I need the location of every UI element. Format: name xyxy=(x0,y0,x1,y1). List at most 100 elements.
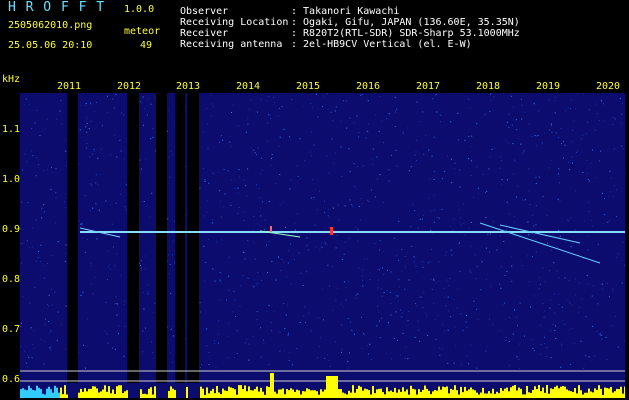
noise-pixel xyxy=(454,168,455,170)
noise-pixel xyxy=(513,119,514,121)
noise-pixel xyxy=(50,330,52,332)
histogram-bar xyxy=(570,391,572,398)
noise-pixel xyxy=(572,129,574,131)
histogram-bar xyxy=(208,393,210,398)
noise-pixel xyxy=(395,311,397,313)
noise-pixel xyxy=(571,140,573,142)
noise-pixel xyxy=(210,103,212,105)
noise-pixel xyxy=(408,210,410,212)
noise-pixel xyxy=(140,168,142,170)
noise-pixel xyxy=(22,169,23,171)
histogram-bar xyxy=(170,386,172,398)
noise-pixel xyxy=(585,355,586,357)
noise-pixel xyxy=(287,304,289,306)
histogram-bar xyxy=(304,391,306,398)
noise-pixel xyxy=(586,160,588,161)
noise-pixel xyxy=(366,130,368,132)
noise-pixel xyxy=(433,221,435,223)
noise-pixel xyxy=(506,201,508,203)
noise-pixel xyxy=(313,144,315,146)
noise-pixel xyxy=(213,172,215,174)
noise-pixel xyxy=(314,188,316,190)
noise-pixel xyxy=(511,255,513,257)
noise-pixel xyxy=(468,98,470,100)
noise-pixel xyxy=(343,100,345,102)
noise-pixel xyxy=(260,173,262,175)
histogram-bar xyxy=(242,389,244,398)
noise-pixel xyxy=(350,321,351,323)
antenna-label: Receiving antenna xyxy=(180,39,283,50)
histogram-bar xyxy=(408,394,410,398)
y-tick-label: 1.0 xyxy=(2,174,21,185)
observer-value: : Takanori Kawachi xyxy=(291,6,400,17)
noise-pixel xyxy=(220,216,222,218)
noise-pixel xyxy=(564,323,566,325)
noise-pixel xyxy=(335,152,337,154)
noise-pixel xyxy=(460,224,462,226)
noise-pixel xyxy=(150,103,152,105)
noise-pixel xyxy=(348,148,350,150)
noise-pixel xyxy=(439,354,441,356)
noise-pixel xyxy=(319,346,320,348)
noise-pixel xyxy=(220,280,221,282)
noise-pixel xyxy=(296,165,298,167)
noise-pixel xyxy=(485,350,487,352)
noise-pixel xyxy=(469,269,471,271)
noise-pixel xyxy=(381,318,382,319)
histogram-bar xyxy=(222,388,224,398)
gap-bar xyxy=(175,93,185,383)
noise-pixel xyxy=(92,153,94,155)
noise-pixel xyxy=(520,143,522,145)
noise-pixel xyxy=(245,342,247,344)
noise-pixel xyxy=(237,187,239,189)
noise-pixel xyxy=(374,196,376,198)
noise-pixel xyxy=(388,322,389,324)
date-time: 25.05.06 20:10 xyxy=(8,40,93,51)
noise-pixel xyxy=(243,211,245,213)
noise-pixel xyxy=(89,262,91,264)
noise-pixel xyxy=(476,123,478,125)
noise-pixel xyxy=(531,136,533,138)
noise-pixel xyxy=(477,187,479,189)
noise-pixel xyxy=(612,124,614,125)
histogram-bar xyxy=(616,388,618,398)
noise-pixel xyxy=(358,136,360,138)
noise-pixel xyxy=(515,161,517,163)
histogram-bar xyxy=(314,390,316,398)
noise-pixel xyxy=(332,309,334,311)
noise-pixel xyxy=(144,268,146,270)
noise-pixel xyxy=(218,320,219,322)
noise-pixel xyxy=(622,241,624,243)
noise-pixel xyxy=(57,241,59,243)
noise-pixel xyxy=(422,267,424,268)
noise-pixel xyxy=(93,111,95,113)
noise-pixel xyxy=(459,186,461,188)
noise-pixel xyxy=(24,153,26,155)
noise-pixel xyxy=(524,199,526,201)
noise-pixel xyxy=(546,347,548,349)
noise-pixel xyxy=(396,295,397,297)
noise-pixel xyxy=(228,204,230,206)
histogram-bar xyxy=(590,391,592,398)
noise-pixel xyxy=(171,254,173,256)
noise-pixel xyxy=(206,328,208,330)
histogram-bar xyxy=(96,388,98,398)
histogram-bar xyxy=(594,388,596,398)
noise-pixel xyxy=(550,123,552,125)
noise-pixel xyxy=(260,356,262,358)
noise-pixel xyxy=(535,238,537,240)
noise-pixel xyxy=(26,161,28,163)
noise-pixel xyxy=(553,293,555,295)
noise-pixel xyxy=(378,130,380,132)
noise-pixel xyxy=(354,227,356,229)
noise-pixel xyxy=(139,159,141,161)
noise-pixel xyxy=(93,150,95,152)
noise-pixel xyxy=(23,104,25,106)
noise-pixel xyxy=(228,289,230,291)
histogram-bar xyxy=(562,386,564,398)
noise-pixel xyxy=(38,164,39,166)
noise-pixel xyxy=(259,197,261,199)
noise-pixel xyxy=(228,322,230,324)
noise-pixel xyxy=(297,175,299,177)
noise-pixel xyxy=(562,320,564,322)
